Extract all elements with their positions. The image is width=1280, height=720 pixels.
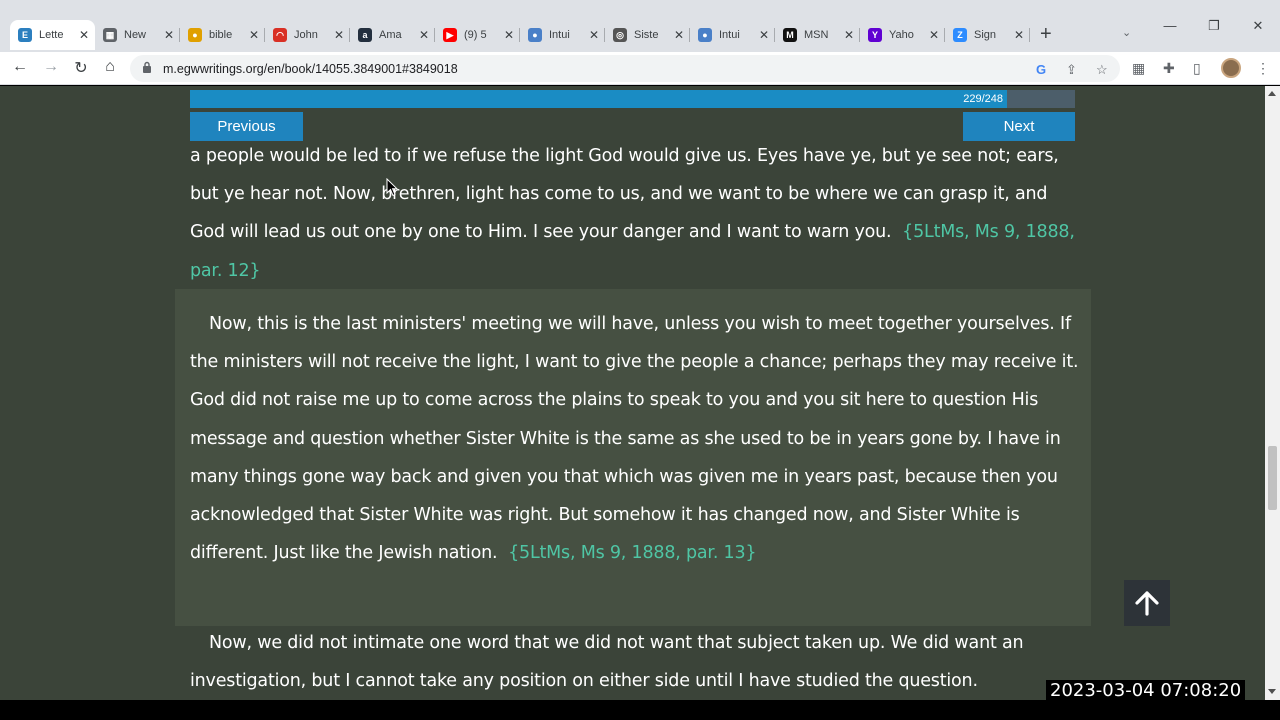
url-text: m.egwwritings.org/en/book/14055.3849001#… bbox=[163, 62, 458, 76]
tab-title: bible bbox=[209, 29, 233, 41]
minimize-icon[interactable]: — bbox=[1148, 18, 1192, 34]
reading-progress-bar: 229/248 bbox=[190, 90, 1075, 108]
tab-close-icon[interactable]: ✕ bbox=[759, 28, 769, 42]
browser-tab[interactable]: ▶ (9) 5 ✕ bbox=[435, 22, 520, 48]
browser-tab[interactable]: M MSN ✕ bbox=[775, 22, 860, 48]
tab-separator bbox=[1029, 28, 1030, 42]
paragraph-text: Now, this is the last ministers' meeting… bbox=[190, 314, 1079, 564]
youtube-icon: ▶ bbox=[443, 28, 457, 42]
tab-title: John bbox=[294, 29, 318, 41]
browser-tab[interactable]: ● Intui ✕ bbox=[690, 22, 775, 48]
zoom-icon: Z bbox=[953, 28, 967, 42]
arrow-up-icon bbox=[1135, 591, 1159, 616]
tab-close-icon[interactable]: ✕ bbox=[249, 28, 259, 42]
extensions-puzzle-icon[interactable]: ✚ bbox=[1163, 60, 1175, 77]
bookmark-star-icon[interactable]: ☆ bbox=[1096, 62, 1108, 78]
tab-search-icon[interactable]: ⌄ bbox=[1122, 26, 1131, 39]
yahoo-icon: Y bbox=[868, 28, 882, 42]
tab-close-icon[interactable]: ✕ bbox=[929, 28, 939, 42]
lock-icon bbox=[143, 61, 151, 73]
back-icon[interactable]: ← bbox=[9, 58, 31, 76]
tab-close-icon[interactable]: ✕ bbox=[334, 28, 344, 42]
recording-timestamp: 2023-03-04 07:08:20 bbox=[1046, 680, 1246, 701]
forward-icon[interactable]: → bbox=[40, 58, 62, 76]
tab-title: Sign bbox=[974, 29, 997, 41]
paragraph-reference-link[interactable]: {5LtMs, Ms 9, 1888, par. 13} bbox=[508, 543, 756, 563]
compass-icon: ◎ bbox=[613, 28, 627, 42]
sheet-icon: ▦ bbox=[103, 28, 117, 42]
tab-close-icon[interactable]: ✕ bbox=[419, 28, 429, 42]
new-tab-button[interactable]: + bbox=[1040, 24, 1052, 44]
progress-fill bbox=[190, 90, 1007, 108]
egw-icon: E bbox=[18, 28, 32, 42]
tab-title: Ama bbox=[379, 29, 402, 41]
paragraph: a people would be led to if we refuse th… bbox=[190, 137, 1080, 290]
chrome-icon: ● bbox=[188, 28, 202, 42]
page-scrollbar[interactable] bbox=[1265, 86, 1280, 700]
tab-title: Intui bbox=[549, 29, 570, 41]
extension-grid-icon[interactable]: ▦ bbox=[1132, 60, 1145, 77]
tab-close-icon[interactable]: ✕ bbox=[844, 28, 854, 42]
tab-title: Intui bbox=[719, 29, 740, 41]
browser-tab[interactable]: ◎ Siste ✕ bbox=[605, 22, 690, 48]
tab-title: MSN bbox=[804, 29, 829, 41]
tab-title: Yaho bbox=[889, 29, 914, 41]
browser-tab[interactable]: Y Yaho ✕ bbox=[860, 22, 945, 48]
browser-tab[interactable]: ◠ John ✕ bbox=[265, 22, 350, 48]
window-controls: — ❐ ✕ bbox=[1148, 18, 1280, 34]
reader-page: 229/248 Previous Next a people would be … bbox=[0, 86, 1265, 700]
paragraph-text: Now, we did not intimate one word that w… bbox=[190, 633, 1024, 692]
tab-close-icon[interactable]: ✕ bbox=[1014, 28, 1024, 42]
scroll-up-arrow-icon[interactable] bbox=[1268, 91, 1276, 96]
address-bar[interactable]: m.egwwritings.org/en/book/14055.3849001#… bbox=[130, 55, 1120, 82]
browser-tab[interactable]: ● Intui ✕ bbox=[520, 22, 605, 48]
globe-icon: ● bbox=[528, 28, 542, 42]
browser-tab[interactable]: a Ama ✕ bbox=[350, 22, 435, 48]
browser-tab[interactable]: E Lette ✕ bbox=[10, 20, 95, 50]
tab-close-icon[interactable]: ✕ bbox=[589, 28, 599, 42]
scroll-to-top-button[interactable] bbox=[1124, 580, 1170, 626]
share-icon[interactable]: ⇪ bbox=[1066, 62, 1077, 78]
browser-tab[interactable]: ● bible ✕ bbox=[180, 22, 265, 48]
amazon-icon: a bbox=[358, 28, 372, 42]
restore-icon[interactable]: ❐ bbox=[1192, 18, 1236, 34]
browser-tab[interactable]: ▦ New ✕ bbox=[95, 22, 180, 48]
profile-avatar[interactable] bbox=[1221, 58, 1241, 78]
tab-strip: E Lette ✕ ▦ New ✕ ● bible ✕ ◠ John ✕ a Ama ✕ ▶ (9) 5 ✕ ● In… bbox=[0, 0, 1280, 52]
side-panel-icon[interactable]: ▯ bbox=[1193, 60, 1201, 77]
browser-tab[interactable]: Z Sign ✕ bbox=[945, 22, 1030, 48]
browser-toolbar: ← → ↻ ⌂ m.egwwritings.org/en/book/14055.… bbox=[0, 52, 1280, 85]
paragraph-highlighted: Now, this is the last ministers' meeting… bbox=[190, 305, 1080, 572]
tab-title: (9) 5 bbox=[464, 29, 487, 41]
progress-text: 229/248 bbox=[963, 93, 1003, 105]
reload-icon[interactable]: ↻ bbox=[70, 58, 92, 78]
scroll-down-arrow-icon[interactable] bbox=[1268, 689, 1276, 694]
paragraph: Now, we did not intimate one word that w… bbox=[190, 624, 1080, 700]
window-close-icon[interactable]: ✕ bbox=[1236, 18, 1280, 34]
loader-icon: ◠ bbox=[273, 28, 287, 42]
tab-close-icon[interactable]: ✕ bbox=[504, 28, 514, 42]
tab-close-icon[interactable]: ✕ bbox=[164, 28, 174, 42]
mouse-cursor-icon bbox=[386, 178, 398, 197]
msn-icon: M bbox=[783, 28, 797, 42]
tab-title: New bbox=[124, 29, 147, 41]
home-icon[interactable]: ⌂ bbox=[99, 58, 121, 76]
google-lens-icon[interactable]: G bbox=[1036, 62, 1046, 77]
menu-kebab-icon[interactable]: ⋮ bbox=[1256, 60, 1270, 77]
scrollbar-thumb[interactable] bbox=[1268, 446, 1277, 510]
globe-icon: ● bbox=[698, 28, 712, 42]
tab-close-icon[interactable]: ✕ bbox=[674, 28, 684, 42]
tab-close-icon[interactable]: ✕ bbox=[79, 28, 89, 42]
tab-title: Siste bbox=[634, 29, 659, 41]
tab-title: Lette bbox=[39, 29, 64, 41]
